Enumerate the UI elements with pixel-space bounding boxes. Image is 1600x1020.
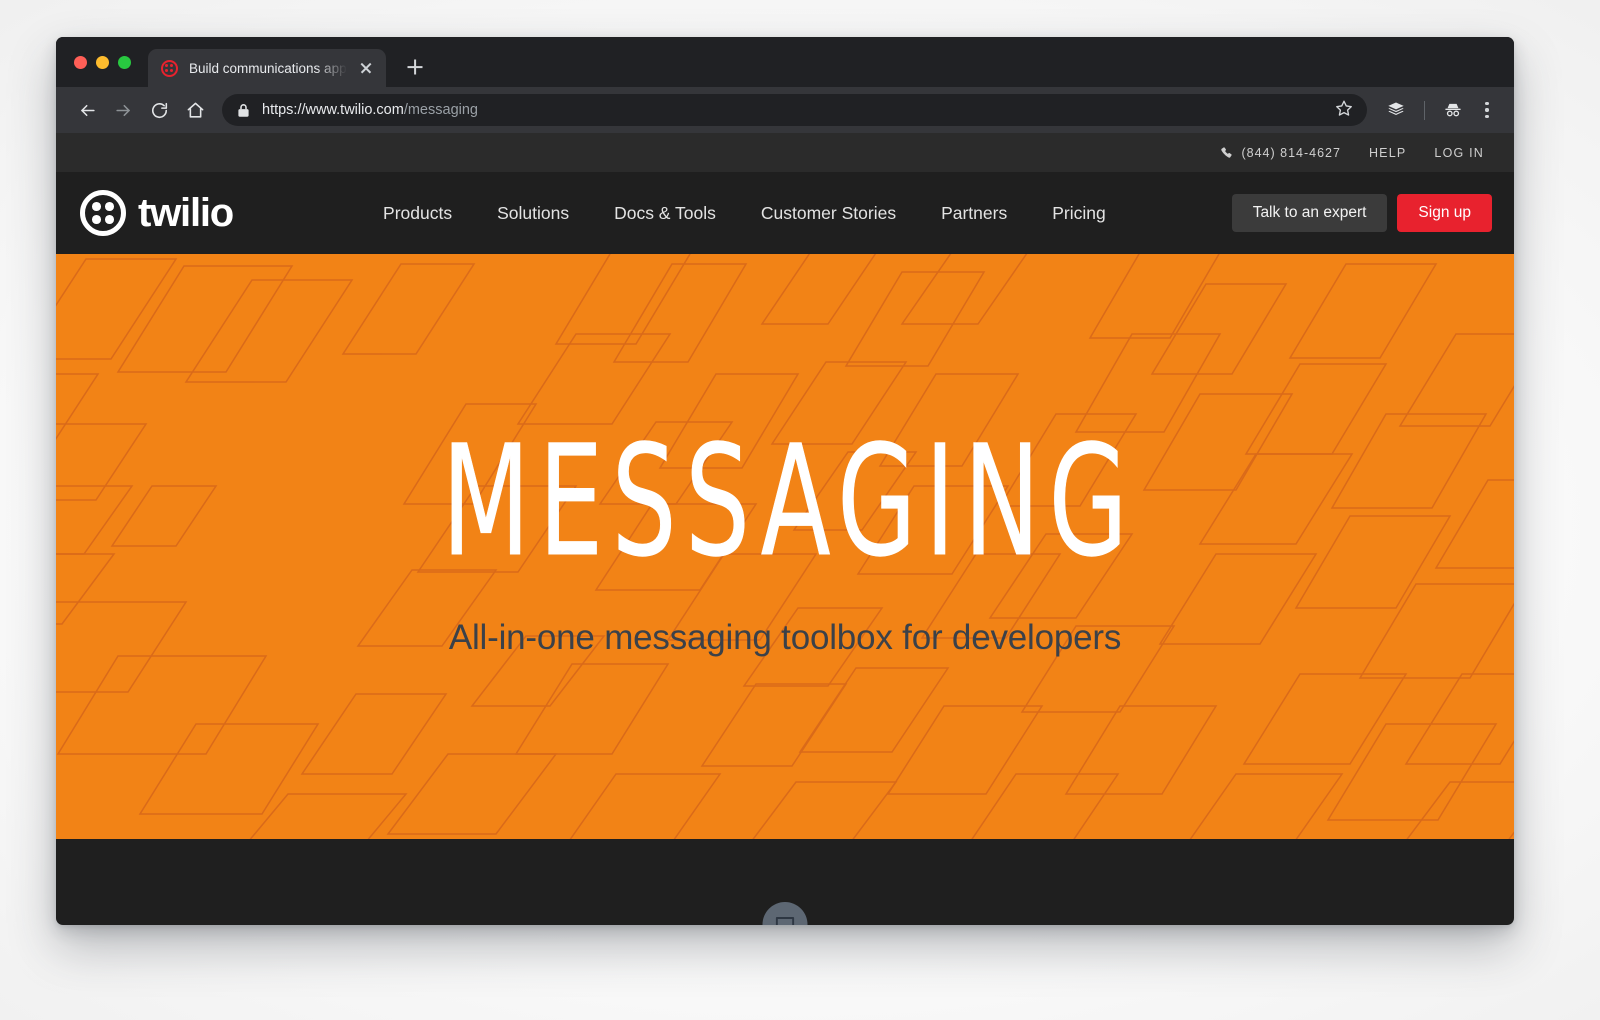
url-path: /messaging (403, 102, 478, 118)
toolbar-icons (1379, 93, 1502, 127)
minimize-window-button[interactable] (96, 55, 109, 69)
twilio-logo-icon (80, 190, 126, 236)
twilio-wordmark: twilio (138, 191, 234, 235)
nav-item-docs-tools[interactable]: Docs & Tools (614, 203, 716, 224)
address-bar[interactable]: https://www.twilio.com/messaging (222, 94, 1367, 126)
chat-bubble-icon (775, 917, 795, 925)
navbar-cta-group: Talk to an expert Sign up (1231, 194, 1492, 232)
hero-subtitle: All-in-one messaging toolbox for develop… (448, 617, 1122, 657)
nav-item-pricing[interactable]: Pricing (1052, 203, 1106, 224)
browser-toolbar: https://www.twilio.com/messaging (56, 87, 1514, 133)
forward-button[interactable] (106, 93, 140, 127)
menu-dot (1485, 108, 1489, 112)
lock-icon (237, 103, 250, 118)
site-navbar: twilio Products Solutions Docs & Tools C… (56, 172, 1514, 254)
tab-strip: Build communications apps wit (56, 37, 1514, 87)
nav-item-partners[interactable]: Partners (941, 203, 1007, 224)
browser-window: Build communications apps wit (56, 37, 1514, 925)
back-button[interactable] (70, 93, 104, 127)
phone-icon (1221, 147, 1233, 158)
phone-link[interactable]: (844) 814-4627 (1220, 146, 1340, 160)
nav-item-customer-stories[interactable]: Customer Stories (761, 203, 896, 224)
maximize-window-button[interactable] (118, 55, 131, 69)
twilio-favicon-icon (161, 59, 178, 77)
home-button[interactable] (178, 93, 212, 127)
bookmark-star-icon[interactable] (1335, 99, 1353, 122)
twilio-logo[interactable]: twilio (80, 190, 234, 236)
incognito-profile-button[interactable] (1436, 93, 1470, 127)
nav-item-products[interactable]: Products (383, 203, 452, 224)
hero-section: MESSAGING All-in-one messaging toolbox f… (56, 254, 1514, 839)
toolbar-divider (1424, 100, 1425, 120)
nav-item-solutions[interactable]: Solutions (497, 203, 569, 224)
url-text: https://www.twilio.com/messaging (262, 102, 478, 118)
extensions-button[interactable] (1379, 93, 1413, 127)
reload-button[interactable] (142, 93, 176, 127)
new-tab-button[interactable] (398, 50, 432, 84)
talk-to-expert-button[interactable]: Talk to an expert (1231, 194, 1388, 232)
home-icon (187, 102, 203, 118)
url-origin: https://www.twilio.com (262, 102, 404, 118)
main-navigation: Products Solutions Docs & Tools Customer… (383, 203, 1106, 224)
phone-number: (844) 814-4627 (1241, 145, 1341, 160)
window-traffic-lights (70, 37, 137, 87)
arrow-left-icon (80, 104, 95, 116)
login-link[interactable]: LOG IN (1434, 146, 1484, 160)
hero-title: MESSAGING (442, 412, 1137, 591)
tab-title: Build communications apps wit (189, 60, 352, 76)
arrow-right-icon (115, 104, 130, 116)
hero-content: MESSAGING All-in-one messaging toolbox f… (376, 425, 1194, 658)
site-utility-bar: (844) 814-4627 HELP LOG IN (56, 133, 1514, 172)
close-window-button[interactable] (74, 55, 87, 69)
sign-up-button[interactable]: Sign up (1397, 194, 1492, 232)
chat-widget-button[interactable] (762, 902, 808, 925)
incognito-icon (1445, 103, 1461, 117)
close-icon[interactable] (356, 58, 376, 78)
help-link[interactable]: HELP (1369, 146, 1406, 160)
reload-icon (151, 102, 167, 118)
menu-dot (1485, 114, 1489, 119)
menu-dot (1485, 101, 1489, 106)
browser-tab[interactable]: Build communications apps wit (148, 49, 386, 87)
layers-stack-icon (1388, 102, 1404, 115)
browser-menu-button[interactable] (1472, 93, 1502, 127)
